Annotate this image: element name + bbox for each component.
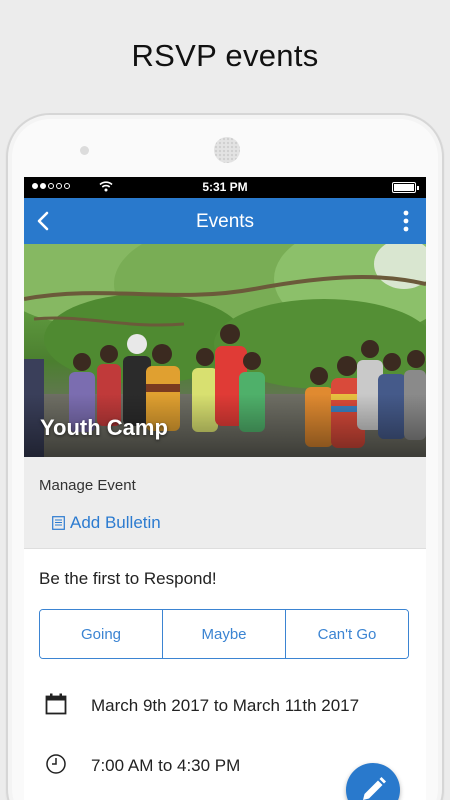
phone-camera-dot [80, 146, 89, 155]
add-bulletin-link[interactable]: Add Bulletin [52, 513, 161, 533]
add-bulletin-label: Add Bulletin [70, 513, 161, 532]
event-time: 7:00 AM to 4:30 PM [91, 756, 241, 775]
event-dates-row: March 9th 2017 to March 11th 2017 [24, 693, 426, 717]
going-button[interactable]: Going [40, 610, 163, 658]
respond-prompt: Be the first to Respond! [39, 569, 217, 588]
app-bar: Events [24, 198, 426, 244]
maybe-button[interactable]: Maybe [163, 610, 286, 658]
page-title: Events [195, 211, 255, 232]
pencil-icon [363, 777, 386, 800]
manage-event-label: Manage Event [39, 477, 136, 494]
cant-go-button[interactable]: Can't Go [286, 610, 408, 658]
promo-title: RSVP events [131, 38, 319, 73]
event-cover-image: Youth Camp [24, 244, 426, 457]
phone-speaker [214, 137, 240, 163]
calendar-icon [45, 693, 67, 715]
rsvp-segmented-control: Going Maybe Can't Go [39, 609, 409, 659]
status-time: 5:31 PM [202, 180, 248, 194]
status-bar: 5:31 PM [24, 177, 426, 198]
event-title: Youth Camp [40, 415, 168, 440]
more-vertical-icon[interactable] [396, 209, 416, 233]
battery-icon [392, 182, 419, 193]
manage-event-section: Manage Event Add Bulletin [24, 457, 426, 549]
phone-screen: 5:31 PM Events Youth Camp Manage Event A… [24, 177, 426, 800]
clock-icon [46, 754, 66, 774]
event-dates: March 9th 2017 to March 11th 2017 [91, 696, 360, 715]
document-icon [52, 516, 65, 530]
